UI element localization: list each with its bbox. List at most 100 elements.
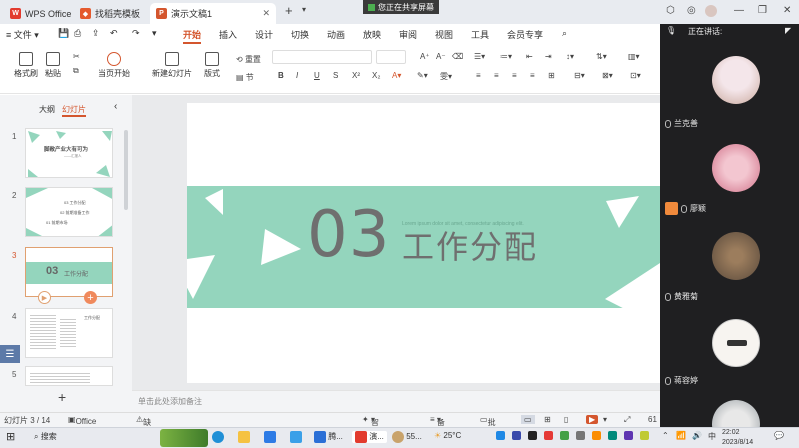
- close-tab-icon[interactable]: ✕: [262, 8, 270, 19]
- play-slideshow-icon[interactable]: ▶: [586, 415, 599, 424]
- scrollbar[interactable]: [124, 130, 128, 210]
- file-explorer-icon[interactable]: [238, 431, 250, 443]
- export-icon[interactable]: ⇪: [92, 28, 100, 39]
- clear-format-icon[interactable]: ⌫: [452, 52, 463, 61]
- search-icon[interactable]: ⌕: [562, 28, 567, 39]
- slide-thumbnail-1[interactable]: 脚敞产业大有可为 ——汇报人: [25, 128, 113, 178]
- layout-button[interactable]: 版式: [204, 52, 220, 79]
- search-box[interactable]: ⌕ 搜索: [34, 431, 57, 442]
- menu-design[interactable]: 设计: [255, 28, 273, 41]
- theme-label[interactable]: ▣ Office 主题: [68, 415, 96, 436]
- numbering-icon[interactable]: ≔▾: [500, 52, 512, 61]
- slide-thumbnail-2[interactable]: 03 工作分配 02 前期准备工作 01 前期市场: [25, 187, 113, 237]
- chevron-down-icon[interactable]: ▾: [603, 415, 607, 424]
- tray-icon[interactable]: [560, 431, 569, 441]
- add-slide-icon[interactable]: +: [84, 291, 97, 304]
- chevron-up-icon[interactable]: ⌃: [662, 431, 669, 440]
- menu-animation[interactable]: 动画: [327, 28, 345, 41]
- columns-icon[interactable]: ▥▾: [628, 52, 640, 61]
- tray-icon[interactable]: [496, 431, 505, 441]
- paste-button[interactable]: 粘贴: [45, 52, 61, 79]
- line-spacing-icon[interactable]: ↕▾: [566, 52, 574, 61]
- lorem-text[interactable]: Lorem ipsum dolor sit amet, consectetur …: [402, 221, 524, 227]
- menu-member[interactable]: 会员专享: [507, 28, 543, 41]
- user-avatar[interactable]: [705, 5, 717, 17]
- wps-taskbar-icon[interactable]: [264, 431, 276, 443]
- menu-tools[interactable]: 工具: [471, 28, 489, 41]
- notes-button[interactable]: ≡ 备注 ▾: [430, 415, 445, 438]
- indent-icon[interactable]: ⇥: [545, 52, 552, 61]
- print-icon[interactable]: ⎙: [74, 28, 81, 39]
- tencent-meeting-button[interactable]: 腾...: [314, 431, 343, 443]
- align-left-icon[interactable]: ≡: [476, 71, 481, 80]
- cube-icon[interactable]: ⬡: [666, 5, 675, 16]
- tab-wps-office[interactable]: W WPS Office: [4, 3, 72, 24]
- slide-thumbnail-3[interactable]: 03 工作分配: [25, 247, 113, 297]
- smart-art-icon[interactable]: ⊠▾: [602, 71, 613, 80]
- char-spacing-icon[interactable]: 雯▾: [440, 71, 452, 82]
- section-button[interactable]: ▤ 节: [236, 72, 254, 83]
- weather-icon[interactable]: ☀ 25°C: [434, 431, 461, 440]
- copy-icon[interactable]: ⧉: [73, 66, 79, 76]
- dropdown-icon[interactable]: ▾: [152, 28, 157, 39]
- vertical-align-icon[interactable]: ⊟▾: [574, 71, 585, 80]
- from-current-button[interactable]: 当页开始: [98, 52, 130, 79]
- distribute-icon[interactable]: ⊞: [548, 71, 555, 80]
- menu-review[interactable]: 审阅: [399, 28, 417, 41]
- add-slide-button[interactable]: +: [58, 389, 66, 405]
- expand-icon[interactable]: ◤: [785, 26, 791, 35]
- new-tab-button[interactable]: +: [285, 3, 293, 18]
- bullets-icon[interactable]: ☰▾: [474, 52, 485, 61]
- section-number[interactable]: 03: [307, 203, 390, 267]
- decrease-font-icon[interactable]: A⁻: [436, 52, 446, 61]
- superscript-icon[interactable]: X²: [352, 71, 360, 80]
- menu-file[interactable]: ≡ 文件 ▾: [6, 28, 39, 41]
- app-icon[interactable]: [290, 431, 302, 443]
- notification-icon[interactable]: 💬: [774, 431, 784, 440]
- comments-button[interactable]: ▭ 批注: [480, 415, 496, 438]
- collapse-panel-icon[interactable]: ‹: [114, 101, 117, 112]
- chevron-down-icon[interactable]: ▾: [302, 5, 306, 14]
- tab-slides[interactable]: 幻灯片: [62, 104, 86, 117]
- save-icon[interactable]: 💾: [58, 28, 69, 39]
- participant-tile[interactable]: 黄雅菊: [660, 224, 799, 322]
- missing-font-button[interactable]: ⚠ 缺失字体: [136, 415, 151, 448]
- volume-icon[interactable]: 🔊: [692, 431, 702, 440]
- align-right-icon[interactable]: ≡: [512, 71, 517, 80]
- menu-insert[interactable]: 插入: [219, 28, 237, 41]
- reading-view-icon[interactable]: ▯: [564, 415, 568, 424]
- slide-thumbnail-4[interactable]: 工作分配: [25, 308, 113, 358]
- redo-icon[interactable]: ↷: [132, 28, 140, 39]
- edge-icon[interactable]: [212, 431, 224, 443]
- participant-tile[interactable]: 蒋容婷: [660, 311, 799, 409]
- restore-icon[interactable]: ❐: [758, 5, 767, 16]
- participant-tile[interactable]: [660, 396, 799, 427]
- tray-icon[interactable]: [576, 431, 585, 441]
- format-painter-button[interactable]: 格式刷: [14, 52, 38, 79]
- shadow-icon[interactable]: S: [333, 71, 338, 80]
- new-slide-button[interactable]: 新建幻灯片: [152, 52, 192, 79]
- tray-icon[interactable]: [592, 431, 601, 441]
- slide-thumbnail-5[interactable]: [25, 366, 113, 386]
- highlight-icon[interactable]: ✎▾: [417, 71, 428, 80]
- italic-icon[interactable]: I: [296, 71, 298, 80]
- clock-date[interactable]: 2023/8/14: [722, 439, 753, 446]
- menu-transition[interactable]: 切换: [291, 28, 309, 41]
- menu-home[interactable]: 开始: [183, 28, 202, 44]
- clock-time[interactable]: 22:02: [722, 429, 740, 436]
- tray-icon[interactable]: [608, 431, 617, 441]
- smart-beautify-button[interactable]: ✦ 智能美化 ▾: [362, 415, 379, 448]
- tray-icon[interactable]: [640, 431, 649, 441]
- tab-presentation[interactable]: P 演示文稿1 ✕: [150, 3, 276, 24]
- zoom-level[interactable]: 61: [648, 415, 657, 424]
- notes-area[interactable]: 单击此处添加备注: [132, 390, 660, 412]
- app-button[interactable]: 55...: [392, 431, 422, 443]
- play-slide-icon[interactable]: ▶: [38, 291, 51, 304]
- skin-icon[interactable]: ◎: [687, 5, 696, 16]
- font-color-icon[interactable]: A▾: [392, 71, 401, 80]
- close-window-icon[interactable]: ✕: [783, 5, 791, 16]
- increase-font-icon[interactable]: A⁺: [420, 52, 430, 61]
- participant-tile[interactable]: 廖颖: [660, 136, 799, 234]
- tray-icon[interactable]: [544, 431, 553, 441]
- cut-icon[interactable]: ✂: [73, 52, 80, 61]
